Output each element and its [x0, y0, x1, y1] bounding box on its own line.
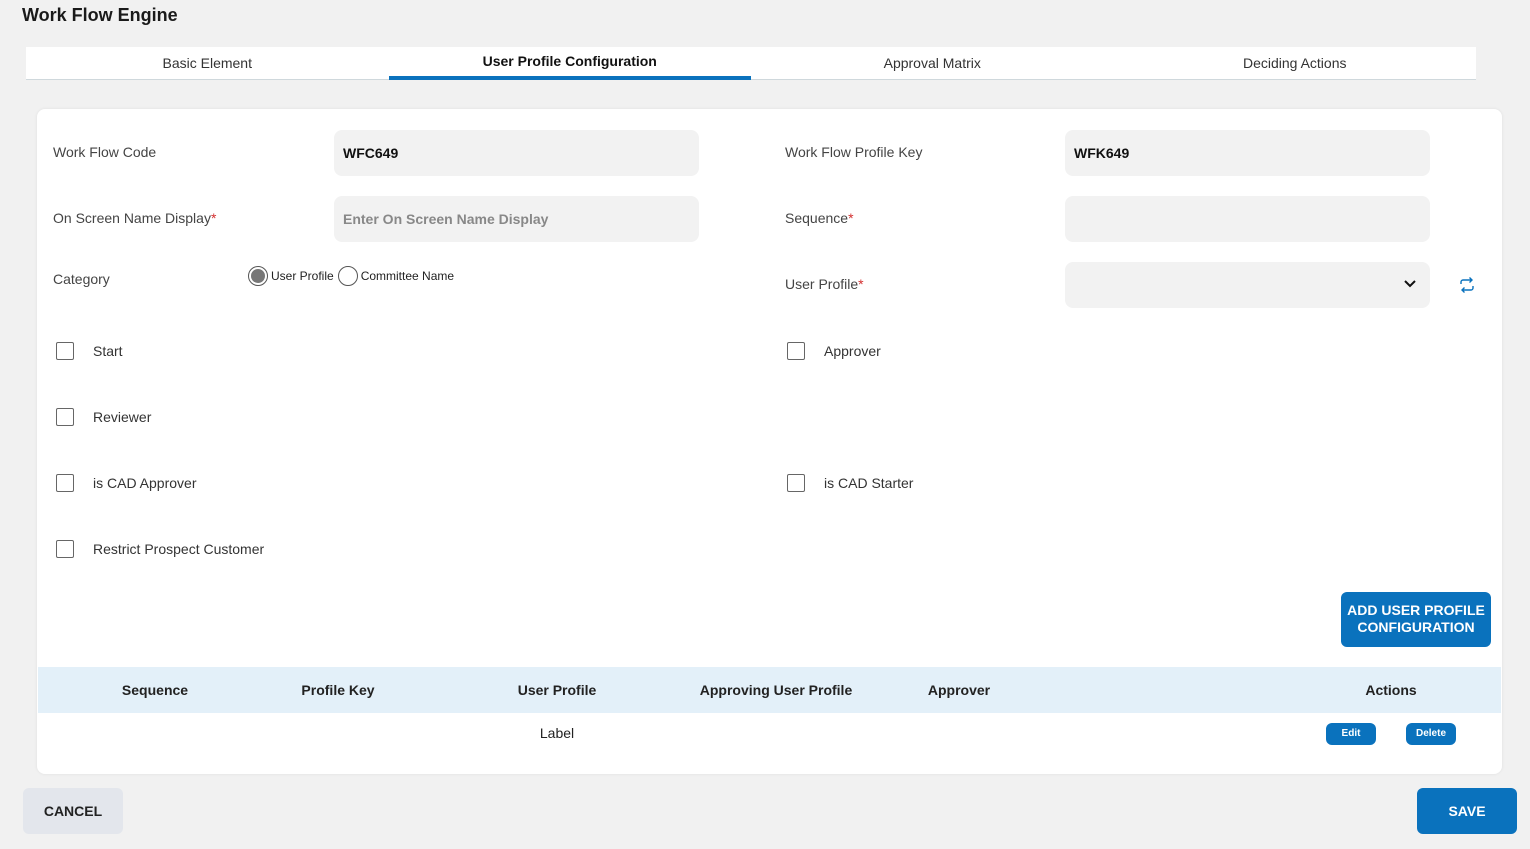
approver-checkbox[interactable]: [787, 342, 805, 360]
tab-basic-element[interactable]: Basic Element: [26, 47, 389, 79]
required-mark: *: [848, 210, 854, 226]
radio-committee-name[interactable]: Committee Name: [337, 266, 455, 286]
approver-checkbox-row[interactable]: Approver: [787, 342, 881, 360]
sequence-field[interactable]: [1065, 196, 1430, 242]
reviewer-checkbox-label: Reviewer: [93, 409, 152, 425]
sequence-label-text: Sequence: [785, 210, 849, 226]
reviewer-checkbox[interactable]: [56, 408, 74, 426]
tab-bar: Basic Element User Profile Configuration…: [26, 47, 1476, 80]
refresh-icon[interactable]: [1458, 276, 1476, 294]
workflow-code-field[interactable]: [334, 130, 699, 176]
category-label: Category: [53, 271, 110, 287]
column-header-approving-user-profile: Approving User Profile: [699, 682, 853, 698]
start-checkbox[interactable]: [56, 342, 74, 360]
radio-user-profile[interactable]: User Profile: [248, 266, 334, 286]
cad-approver-checkbox[interactable]: [56, 474, 74, 492]
table-header: Sequence Profile Key User Profile Approv…: [38, 667, 1501, 713]
add-button-line1: ADD USER PROFILE: [1347, 602, 1485, 618]
approver-checkbox-label: Approver: [824, 343, 881, 359]
table-cell-user-profile: Label: [539, 725, 575, 741]
add-button-line2: CONFIGURATION: [1357, 619, 1475, 635]
add-user-profile-configuration-button[interactable]: ADD USER PROFILE CONFIGURATION: [1341, 592, 1491, 647]
required-mark: *: [210, 210, 217, 226]
user-profile-label-text: User Profile: [785, 276, 859, 292]
radio-committee-name-label: Committee Name: [360, 269, 455, 283]
column-header-sequence: Sequence: [121, 682, 189, 698]
user-profile-select[interactable]: [1065, 262, 1430, 308]
save-button[interactable]: SAVE: [1417, 788, 1517, 834]
radio-user-profile-label: User Profile: [271, 269, 334, 283]
edit-button[interactable]: Edit: [1326, 723, 1376, 745]
on-screen-name-field[interactable]: [334, 196, 699, 242]
category-radio-group: User Profile Committee Name: [248, 266, 458, 286]
restrict-prospect-checkbox-row[interactable]: Restrict Prospect Customer: [56, 540, 264, 558]
start-checkbox-row[interactable]: Start: [56, 342, 123, 360]
start-checkbox-label: Start: [93, 343, 123, 359]
chevron-down-icon: [1404, 280, 1416, 288]
workflow-profile-key-label: Work Flow Profile Key: [785, 144, 923, 160]
form-card: Work Flow Code Work Flow Profile Key On …: [37, 109, 1502, 774]
cad-approver-checkbox-row[interactable]: is CAD Approver: [56, 474, 196, 492]
on-screen-name-label: On Screen Name Display*: [53, 210, 216, 226]
tab-deciding-actions[interactable]: Deciding Actions: [1114, 47, 1477, 79]
column-header-profile-key: Profile Key: [301, 682, 375, 698]
sequence-label: Sequence*: [785, 210, 854, 226]
cad-starter-checkbox-label: is CAD Starter: [824, 475, 914, 491]
on-screen-name-label-text: On Screen Name Display: [53, 210, 211, 226]
delete-button[interactable]: Delete: [1406, 723, 1456, 745]
cad-starter-checkbox[interactable]: [787, 474, 805, 492]
required-mark: *: [858, 276, 864, 292]
column-header-actions: Actions: [1365, 682, 1417, 698]
column-header-user-profile: User Profile: [517, 682, 597, 698]
column-header-approver: Approver: [927, 682, 991, 698]
tab-approval-matrix[interactable]: Approval Matrix: [751, 47, 1114, 79]
radio-button-checked[interactable]: [248, 266, 268, 286]
restrict-prospect-checkbox-label: Restrict Prospect Customer: [93, 541, 265, 557]
cad-starter-checkbox-row[interactable]: is CAD Starter: [787, 474, 913, 492]
cancel-button[interactable]: CANCEL: [23, 788, 123, 834]
tab-user-profile-configuration[interactable]: User Profile Configuration: [388, 47, 752, 80]
user-profile-label: User Profile*: [785, 276, 864, 292]
reviewer-checkbox-row[interactable]: Reviewer: [56, 408, 151, 426]
cad-approver-checkbox-label: is CAD Approver: [93, 475, 197, 491]
workflow-code-label: Work Flow Code: [53, 144, 157, 160]
restrict-prospect-checkbox[interactable]: [56, 540, 74, 558]
radio-button-unchecked[interactable]: [337, 266, 358, 286]
workflow-profile-key-field[interactable]: [1065, 130, 1430, 176]
page-title: Work Flow Engine: [22, 5, 178, 25]
